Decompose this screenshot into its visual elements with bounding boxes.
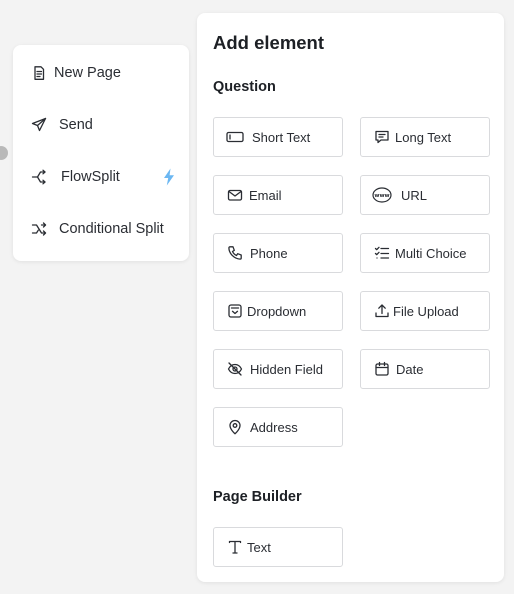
element-label: Address bbox=[250, 419, 298, 435]
menu-item-label: Conditional Split bbox=[59, 221, 164, 237]
menu-item-label: Send bbox=[59, 117, 93, 133]
checklist-icon bbox=[372, 243, 392, 263]
menu-item-new-page[interactable]: New Page bbox=[13, 53, 189, 93]
element-date-button[interactable]: Date bbox=[360, 349, 490, 389]
element-hidden-field-button[interactable]: Hidden Field bbox=[213, 349, 343, 389]
split-icon bbox=[30, 168, 48, 186]
element-address-button[interactable]: Address bbox=[213, 407, 343, 447]
element-label: Long Text bbox=[395, 129, 452, 145]
element-label: Hidden Field bbox=[250, 361, 323, 377]
www-icon: www bbox=[372, 185, 392, 205]
menu-item-label: New Page bbox=[54, 65, 121, 81]
element-multi-choice-button[interactable]: Multi Choice bbox=[360, 233, 490, 273]
element-label: Date bbox=[396, 361, 424, 377]
element-label: Short Text bbox=[252, 129, 311, 145]
element-file-upload-button[interactable]: File Upload bbox=[360, 291, 490, 331]
element-label: File Upload bbox=[393, 303, 459, 319]
menu-item-conditional-split[interactable]: Conditional Split bbox=[13, 209, 189, 249]
svg-text:www: www bbox=[374, 193, 389, 199]
send-icon bbox=[30, 116, 48, 134]
section-heading-page-builder: Page Builder bbox=[213, 489, 302, 505]
element-phone-button[interactable]: Phone bbox=[213, 233, 343, 273]
menu-item-send[interactable]: Send bbox=[13, 105, 189, 145]
add-element-panel: Add element Question Short Text Long Tex… bbox=[197, 13, 504, 582]
menu-item-flowsplit[interactable]: FlowSplit bbox=[13, 157, 189, 197]
map-pin-icon bbox=[225, 417, 245, 437]
element-label: Phone bbox=[250, 245, 288, 261]
element-label: Email bbox=[249, 187, 282, 203]
section-heading-question: Question bbox=[213, 79, 276, 95]
upload-icon bbox=[372, 301, 392, 321]
menu-item-label: FlowSplit bbox=[61, 169, 120, 185]
element-label: Dropdown bbox=[247, 303, 307, 319]
short-text-icon bbox=[225, 127, 245, 147]
element-email-button[interactable]: Email bbox=[213, 175, 343, 215]
document-icon bbox=[30, 64, 48, 82]
phone-icon bbox=[225, 243, 245, 263]
conditional-split-icon bbox=[30, 220, 48, 238]
eye-off-icon bbox=[225, 359, 245, 379]
connector-handle[interactable] bbox=[0, 146, 8, 160]
calendar-icon bbox=[372, 359, 392, 379]
dropdown-icon bbox=[225, 301, 245, 321]
element-dropdown-button[interactable]: Dropdown bbox=[213, 291, 343, 331]
element-url-button[interactable]: www URL bbox=[360, 175, 490, 215]
panel-title: Add element bbox=[213, 32, 325, 53]
element-long-text-button[interactable]: Long Text bbox=[360, 117, 490, 157]
node-action-menu: New Page Send FlowSplit Conditional Spli… bbox=[13, 45, 189, 261]
element-label: Text bbox=[247, 539, 271, 555]
element-text-button[interactable]: Text bbox=[213, 527, 343, 567]
element-short-text-button[interactable]: Short Text bbox=[213, 117, 343, 157]
long-text-icon bbox=[372, 127, 392, 147]
text-type-icon bbox=[225, 537, 245, 557]
lightning-icon bbox=[162, 168, 176, 186]
element-label: URL bbox=[401, 187, 428, 203]
element-label: Multi Choice bbox=[395, 245, 467, 261]
email-icon bbox=[225, 185, 245, 205]
